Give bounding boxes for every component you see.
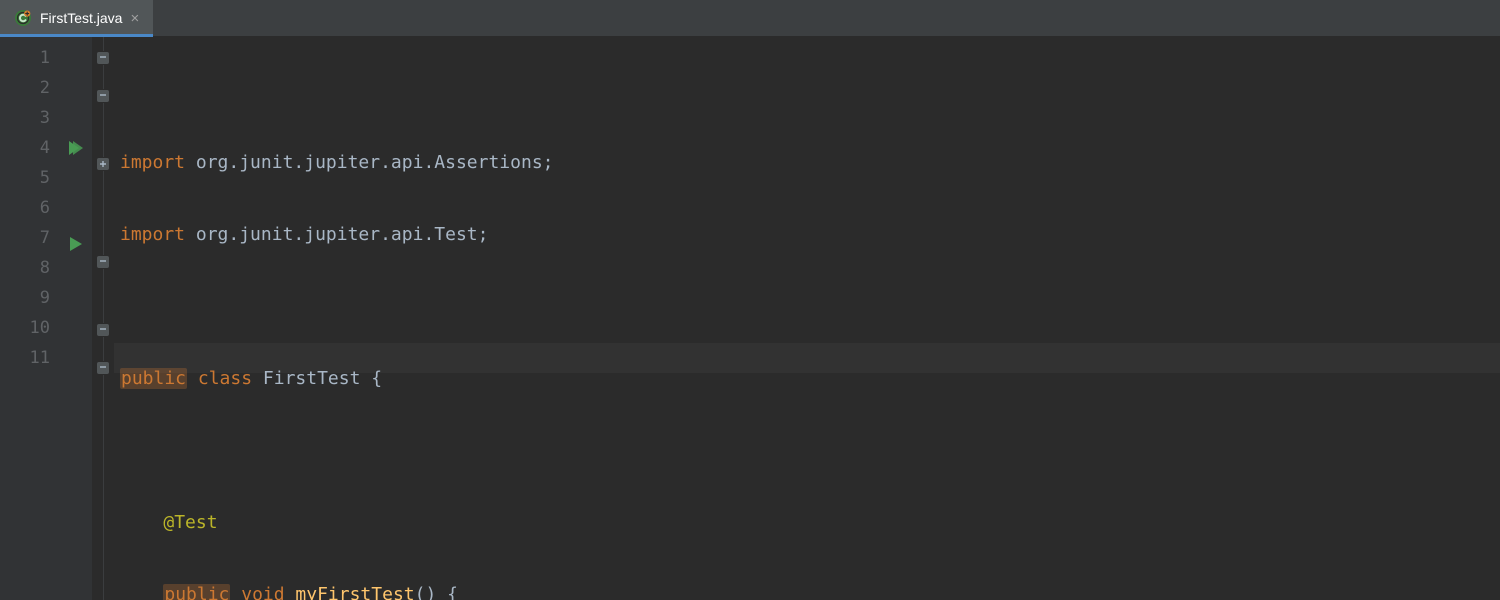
code-line[interactable]: public class FirstTest { [120,364,1500,394]
line-number[interactable]: 7 [0,223,50,253]
line-number[interactable]: 1 [0,43,50,73]
editor: 1 2 3 4 5 6 7 8 9 10 11 import org.junit… [0,37,1500,600]
line-number[interactable]: 8 [0,253,50,283]
code-line[interactable]: import org.junit.jupiter.api.Test; [120,220,1500,250]
line-number[interactable]: 3 [0,103,50,133]
code-line[interactable]: public void myFirstTest() { [120,580,1500,600]
line-number[interactable]: 5 [0,163,50,193]
code-line[interactable]: @Test [120,508,1500,538]
code-area[interactable]: import org.junit.jupiter.api.Assertions;… [114,37,1500,600]
code-line[interactable] [120,436,1500,466]
code-line[interactable] [120,292,1500,322]
fold-collapse-icon[interactable] [96,255,110,269]
fold-gutter [92,37,114,600]
run-class-icon[interactable] [66,139,84,157]
fold-collapse-icon[interactable] [96,323,110,337]
line-number[interactable]: 4 [0,133,50,163]
tab-firsttest[interactable]: FirstTest.java × [0,0,153,36]
line-number[interactable]: 11 [0,343,50,373]
code-line[interactable]: import org.junit.jupiter.api.Assertions; [120,148,1500,178]
run-gutter [58,37,92,600]
fold-collapse-icon[interactable] [96,51,110,65]
run-test-icon[interactable] [66,235,84,253]
line-number-gutter: 1 2 3 4 5 6 7 8 9 10 11 [0,37,58,600]
java-class-icon [14,9,32,27]
fold-collapse-icon[interactable] [96,89,110,103]
line-number[interactable]: 6 [0,193,50,223]
line-number[interactable]: 2 [0,73,50,103]
line-number[interactable]: 10 [0,313,50,343]
fold-collapse-icon[interactable] [96,361,110,375]
close-icon[interactable]: × [130,11,139,26]
tab-bar: FirstTest.java × [0,0,1500,37]
tab-filename: FirstTest.java [40,10,122,26]
fold-expand-icon[interactable] [96,157,110,171]
line-number[interactable]: 9 [0,283,50,313]
